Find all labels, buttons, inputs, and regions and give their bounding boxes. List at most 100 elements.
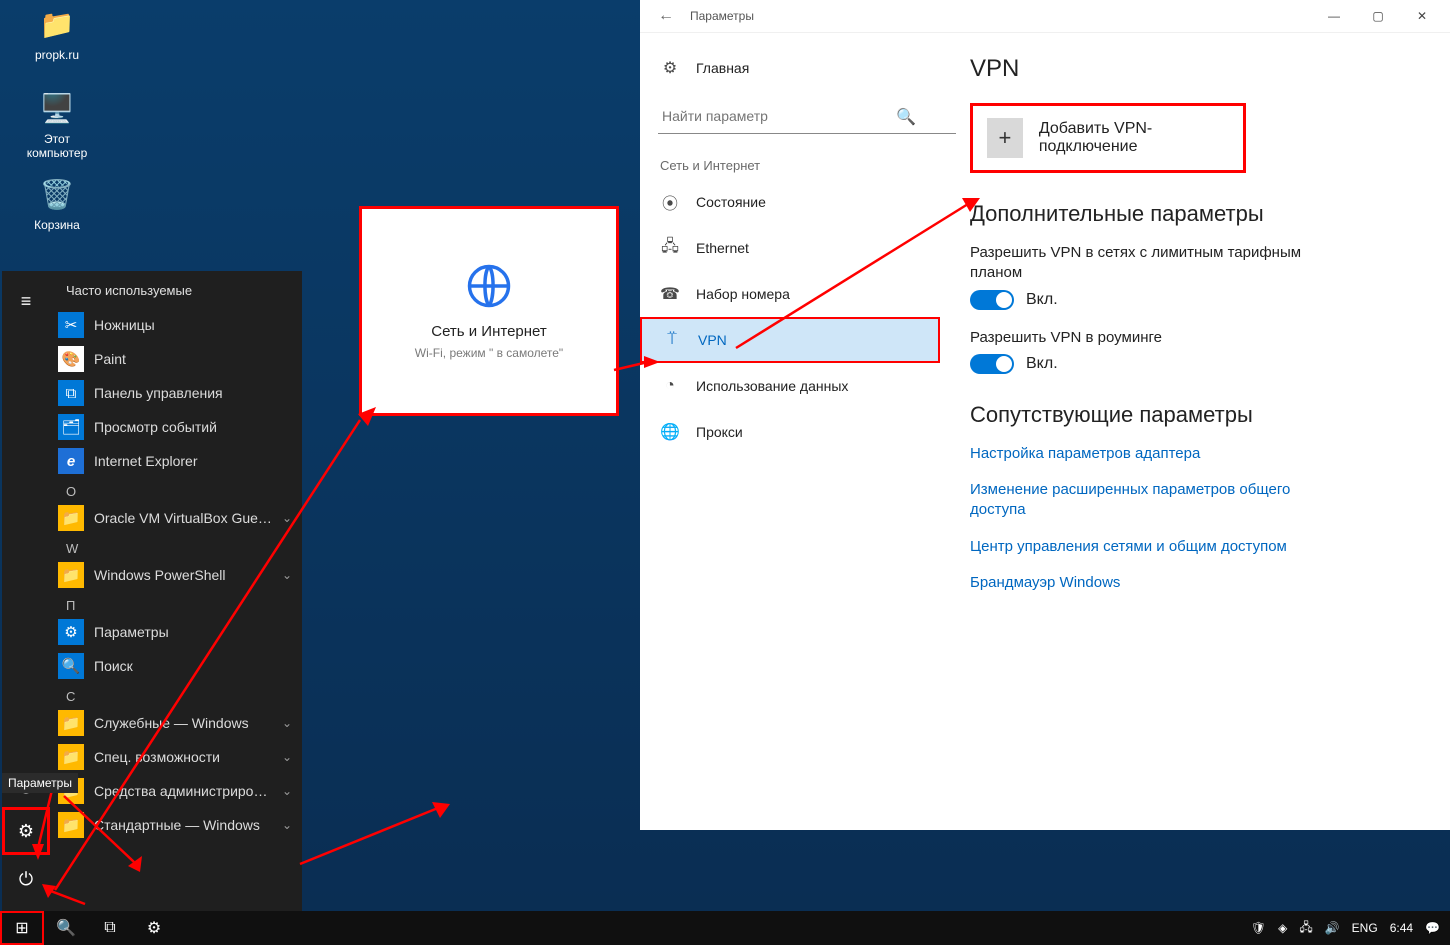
nav-label: Главная <box>696 60 749 76</box>
related-link[interactable]: Брандмауэр Windows <box>970 573 1330 593</box>
tray-icon[interactable]: ◈ <box>1278 921 1287 935</box>
app-icon: 🔍 <box>58 653 84 679</box>
globe-icon <box>463 260 515 317</box>
settings-nav: ⚙ Главная 🔍 Сеть и Интернет ⦿Состояние🖧E… <box>640 33 940 831</box>
gear-icon: ⚙ <box>660 58 680 78</box>
nav-label: Ethernet <box>696 240 749 256</box>
start-app-item[interactable]: eInternet Explorer <box>50 444 302 478</box>
app-label: Средства администрировани... <box>94 783 272 799</box>
nav-label: Состояние <box>696 194 766 210</box>
start-app-item[interactable]: 🔍 Поиск <box>50 649 302 683</box>
section-heading: Дополнительные параметры <box>970 201 1420 227</box>
desktop-icon-label: Корзина <box>18 218 96 232</box>
clock[interactable]: 6:44 <box>1390 921 1413 935</box>
desktop-icon-label: propk.ru <box>18 48 96 62</box>
app-label: Ножницы <box>94 317 292 333</box>
option-label: Разрешить VPN в сетях с лимитным тарифны… <box>970 243 1330 284</box>
desktop-icon-thispc[interactable]: 🖥️ Этот компьютер <box>18 88 96 160</box>
maximize-button[interactable]: ▢ <box>1356 1 1400 31</box>
start-app-item[interactable]: 🗂Просмотр событий <box>50 410 302 444</box>
security-icon[interactable]: 🛡 <box>1251 921 1266 935</box>
hamburger-icon[interactable]: ≡ <box>2 277 50 325</box>
power-icon[interactable]: ⏻ <box>2 855 50 903</box>
start-app-item[interactable]: ⧉ Панель управления <box>50 376 302 410</box>
start-app-item[interactable]: 🎨Paint <box>50 342 302 376</box>
nav-label: VPN <box>698 332 727 348</box>
start-app-item[interactable]: 📁Служебные — Windows⌄ <box>50 706 302 740</box>
app-label: Панель управления <box>94 385 292 401</box>
titlebar: ← Параметры — ▢ ✕ <box>640 0 1450 33</box>
letter-header[interactable]: W <box>50 535 302 558</box>
app-label: Стандартные — Windows <box>94 817 272 833</box>
app-icon: ✂ <box>58 312 84 338</box>
back-button[interactable]: ← <box>650 7 682 25</box>
nav-item[interactable]: ⍡ VPN <box>640 317 940 363</box>
settings-tooltip: Параметры <box>2 773 78 793</box>
settings-window: ← Параметры — ▢ ✕ ⚙ Главная 🔍 Сеть и Инт… <box>640 0 1450 830</box>
nav-item[interactable]: ☎Набор номера <box>640 271 940 317</box>
nav-icon: ⍡ <box>662 331 682 349</box>
start-app-item[interactable]: 📁Спец. возможности⌄ <box>50 740 302 774</box>
taskbar-settings-icon[interactable]: ⚙ <box>132 911 176 945</box>
app-label: Windows PowerShell <box>94 567 272 583</box>
app-icon: ⧉ <box>58 380 84 406</box>
desktop-icon-bin[interactable]: 🗑️ Корзина <box>18 174 96 232</box>
recycle-bin-icon: 🗑️ <box>37 174 77 214</box>
start-app-item[interactable]: 📁Стандартные — Windows⌄ <box>50 808 302 842</box>
system-tray[interactable]: 🛡 ◈ 🖧 🔊 ENG 6:44 💬 <box>1251 918 1450 939</box>
related-link[interactable]: Центр управления сетями и общим доступом <box>970 537 1330 557</box>
start-app-item[interactable]: ✂ Ножницы <box>50 308 302 342</box>
toggle-state: Вкл. <box>1026 355 1058 373</box>
nav-item[interactable]: 🌐 Прокси <box>640 409 940 455</box>
language-indicator[interactable]: ENG <box>1352 921 1378 935</box>
toggle-switch[interactable] <box>970 354 1014 374</box>
volume-icon[interactable]: 🔊 <box>1325 921 1340 935</box>
related-link[interactable]: Настройка параметров адаптера <box>970 444 1330 464</box>
nav-label: Прокси <box>696 424 743 440</box>
add-vpn-label: Добавить VPN-подключение <box>1039 120 1229 156</box>
minimize-button[interactable]: — <box>1312 1 1356 31</box>
settings-icon[interactable]: ⚙ <box>2 807 50 855</box>
nav-icon: 🌐 <box>660 422 680 442</box>
letter-header[interactable]: O <box>50 478 302 501</box>
network-icon[interactable]: 🖧 <box>1299 918 1312 939</box>
folder-icon: 📁 <box>58 744 84 770</box>
section-heading: Сопутствующие параметры <box>970 402 1420 428</box>
app-label: Поиск <box>94 658 292 674</box>
toggle-vpn-roaming[interactable]: Вкл. <box>970 354 1420 374</box>
nav-section-caption: Сеть и Интернет <box>640 144 940 179</box>
start-app-item[interactable]: 📁Oracle VM VirtualBox Guest A...⌄ <box>50 501 302 535</box>
add-vpn-button[interactable]: + Добавить VPN-подключение <box>970 103 1246 173</box>
nav-item[interactable]: ◔Использование данных <box>640 363 940 409</box>
letter-header[interactable]: П <box>50 592 302 615</box>
start-app-item[interactable]: 📁Средства администрировани...⌄ <box>50 774 302 808</box>
settings-content: VPN + Добавить VPN-подключение Дополните… <box>940 33 1450 831</box>
related-link[interactable]: Изменение расширенных параметров общего … <box>970 480 1330 521</box>
start-list-header: Часто используемые <box>50 279 302 308</box>
app-label: Служебные — Windows <box>94 715 272 731</box>
nav-item[interactable]: 🖧 Ethernet <box>640 225 940 271</box>
tile-title: Сеть и Интернет <box>431 323 547 340</box>
settings-tile-network[interactable]: Сеть и Интернет Wi-Fi, режим " в самолет… <box>359 206 619 416</box>
start-app-list[interactable]: Часто используемые ✂ Ножницы 🎨Paint ⧉ Панель… <box>50 271 302 911</box>
toggle-vpn-metered[interactable]: Вкл. <box>970 290 1420 310</box>
letter-header[interactable]: С <box>50 683 302 706</box>
start-button[interactable]: ⊞ <box>0 911 44 945</box>
start-app-item[interactable]: ⚙Параметры <box>50 615 302 649</box>
desktop-icon-propk[interactable]: 📁 propk.ru <box>18 4 96 62</box>
app-icon: e <box>58 448 84 474</box>
app-label: Oracle VM VirtualBox Guest A... <box>94 510 272 526</box>
folder-icon: 📁 <box>37 4 77 44</box>
taskbar-search-icon[interactable]: 🔍 <box>44 911 88 945</box>
nav-item[interactable]: ⦿Состояние <box>640 179 940 225</box>
task-view-icon[interactable]: ⧉ <box>88 911 132 945</box>
desktop-icon-label: Этот компьютер <box>18 132 96 160</box>
action-center-icon[interactable]: 💬 <box>1425 921 1440 935</box>
toggle-switch[interactable] <box>970 290 1014 310</box>
start-app-item[interactable]: 📁Windows PowerShell⌄ <box>50 558 302 592</box>
nav-home[interactable]: ⚙ Главная <box>640 45 940 91</box>
close-button[interactable]: ✕ <box>1400 1 1444 31</box>
start-rail: ≡ ◯ ⚙ ⏻ <box>2 271 50 911</box>
app-label: Просмотр событий <box>94 419 292 435</box>
nav-icon: 🖧 <box>660 235 680 262</box>
